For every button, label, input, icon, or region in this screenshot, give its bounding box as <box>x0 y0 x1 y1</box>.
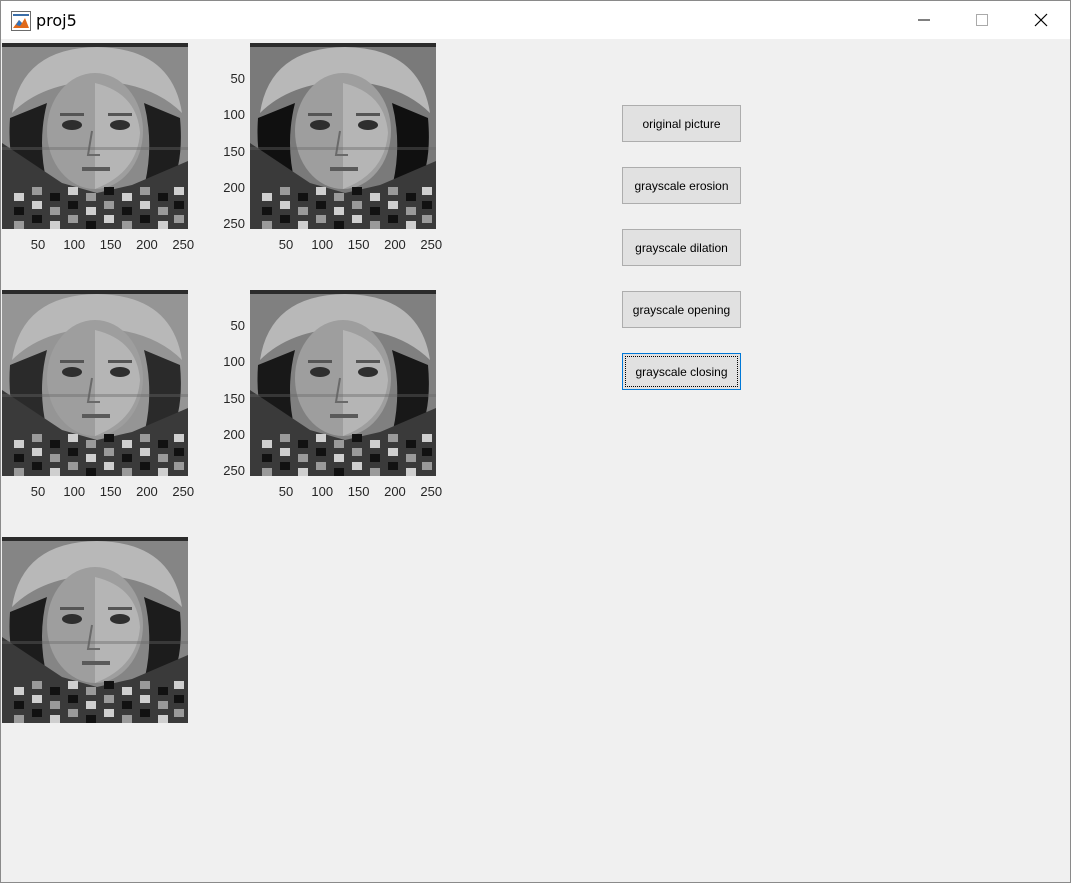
y-tick-label: 50 <box>230 317 245 333</box>
y-tick-label: 200 <box>223 179 245 195</box>
close-icon <box>1034 13 1048 27</box>
portrait-image <box>250 43 436 229</box>
x-tick-label: 200 <box>136 237 158 252</box>
minimize-button[interactable] <box>895 1 953 39</box>
x-tick-label: 250 <box>172 484 195 499</box>
image-display <box>250 290 436 476</box>
x-tick-label: 100 <box>63 237 86 252</box>
close-button[interactable] <box>1012 1 1070 39</box>
y-tick-label: 150 <box>223 390 245 406</box>
portrait-image <box>2 290 188 476</box>
x-tick-label: 100 <box>311 484 334 499</box>
x-tick-label: 200 <box>136 484 158 499</box>
y-tick-label: 50 <box>230 70 245 86</box>
figure-window: proj5 50 100 150 200 250 50 100 150 200 … <box>0 0 1071 883</box>
button-label: grayscale erosion <box>634 178 729 193</box>
maximize-icon <box>976 14 988 26</box>
x-tick-label: 50 <box>278 484 294 499</box>
minimize-icon <box>918 19 930 21</box>
portrait-image <box>250 290 436 476</box>
image-display <box>2 43 188 229</box>
x-tick-label: 150 <box>347 484 370 499</box>
y-tick-label: 150 <box>223 143 245 159</box>
button-label: grayscale dilation <box>635 240 728 255</box>
x-tick-label: 50 <box>278 237 294 252</box>
grayscale-closing-button[interactable]: grayscale closing <box>622 353 741 390</box>
grayscale-dilation-button[interactable]: grayscale dilation <box>622 229 741 266</box>
original-picture-button[interactable]: original picture <box>622 105 741 142</box>
x-tick-label: 50 <box>30 237 46 252</box>
figure-canvas: 50 100 150 200 250 50 100 150 200 250 50 100 150 200 2… <box>1 39 1070 882</box>
maximize-button[interactable] <box>953 1 1011 39</box>
x-tick-label: 250 <box>420 484 443 499</box>
image-display <box>250 43 436 229</box>
x-tick-label: 200 <box>384 484 406 499</box>
y-tick-label: 200 <box>223 426 245 442</box>
y-tick-label: 250 <box>223 463 245 479</box>
x-tick-label: 250 <box>420 237 443 252</box>
button-label: original picture <box>642 116 721 131</box>
portrait-image <box>2 43 188 229</box>
title-bar[interactable]: proj5 <box>1 1 1070 39</box>
x-tick-label: 150 <box>99 237 122 252</box>
button-label: grayscale opening <box>632 302 731 317</box>
x-tick-label: 100 <box>311 237 334 252</box>
window-title: proj5 <box>36 11 77 30</box>
x-tick-label: 100 <box>63 484 86 499</box>
image-display <box>2 537 188 723</box>
matlab-icon <box>11 11 31 31</box>
x-tick-label: 150 <box>347 237 370 252</box>
portrait-image <box>2 537 188 723</box>
image-display <box>2 290 188 476</box>
x-tick-label: 50 <box>30 484 46 499</box>
x-tick-label: 250 <box>172 237 195 252</box>
grayscale-erosion-button[interactable]: grayscale erosion <box>622 167 741 204</box>
y-tick-label: 250 <box>223 216 245 232</box>
x-tick-label: 150 <box>99 484 122 499</box>
grayscale-opening-button[interactable]: grayscale opening <box>622 291 741 328</box>
button-label: grayscale closing <box>635 364 728 379</box>
y-tick-label: 100 <box>223 107 245 123</box>
x-tick-label: 200 <box>384 237 406 252</box>
y-tick-label: 100 <box>223 354 245 370</box>
